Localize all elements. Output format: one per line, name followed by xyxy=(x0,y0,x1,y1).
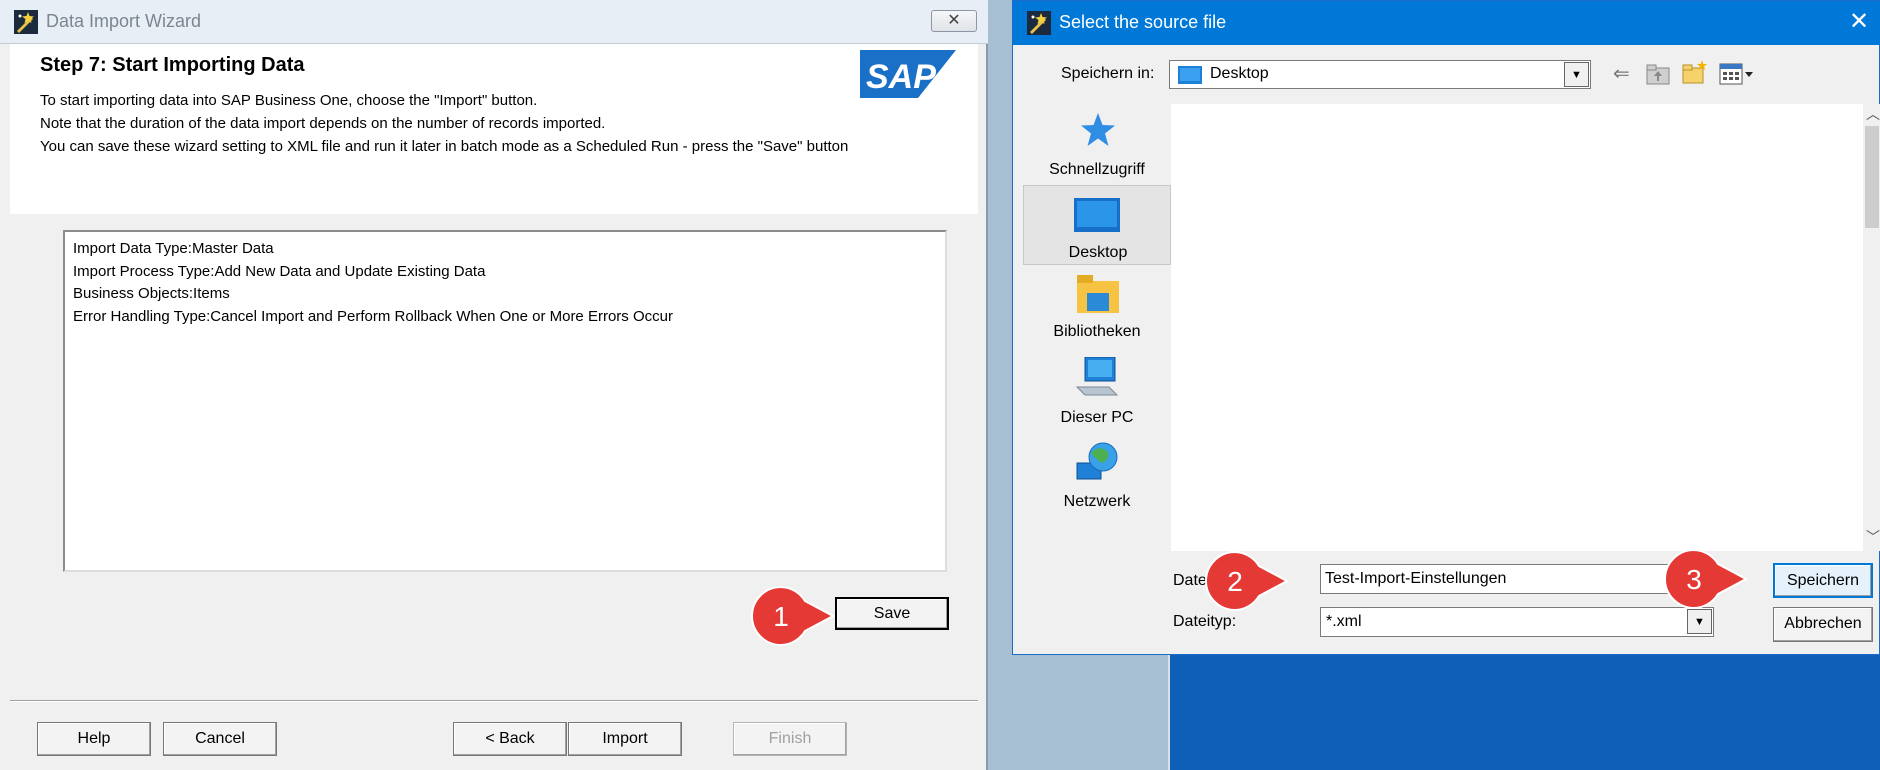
place-label: Bibliotheken xyxy=(1053,323,1141,340)
file-list-view[interactable] xyxy=(1171,104,1863,551)
place-desktop[interactable]: Desktop xyxy=(1023,185,1171,265)
place-libraries[interactable]: Bibliotheken xyxy=(1023,273,1171,353)
save-in-value: Desktop xyxy=(1210,65,1269,82)
summary-line: Error Handling Type:Cancel Import and Pe… xyxy=(73,307,673,325)
filename-input[interactable] xyxy=(1320,564,1678,594)
back-arrow-icon[interactable]: ⇐ xyxy=(1613,61,1630,87)
speichern-button[interactable]: Speichern xyxy=(1773,563,1873,598)
chevron-down-icon[interactable]: ▼ xyxy=(1687,609,1712,634)
callout-badge-3: 3 xyxy=(1664,548,1748,610)
select-source-file-dialog: Select the source file ✕ Speichern in: D… xyxy=(1012,0,1880,655)
abbrechen-button[interactable]: Abbrechen xyxy=(1773,607,1873,642)
description-line-2: Note that the duration of the data impor… xyxy=(40,115,606,132)
network-globe-icon xyxy=(1076,442,1118,480)
library-folder-icon xyxy=(1077,275,1119,313)
view-menu-icon[interactable] xyxy=(1719,63,1755,85)
chevron-down-icon[interactable]: ▼ xyxy=(1564,62,1589,87)
background-window xyxy=(1170,655,1880,770)
wizard-title-bar: Data Import Wizard ✕ xyxy=(0,0,988,44)
places-bar: Schnellzugriff Desktop Bibliotheken Dies… xyxy=(1023,101,1171,531)
desktop-icon xyxy=(1074,198,1120,232)
place-this-pc[interactable]: Dieser PC xyxy=(1023,357,1171,437)
star-icon xyxy=(1081,113,1115,146)
summary-line: Import Process Type:Add New Data and Upd… xyxy=(73,262,486,280)
callout-number: 2 xyxy=(1227,566,1243,597)
place-label: Desktop xyxy=(1068,244,1128,261)
save-in-dropdown[interactable]: Desktop ▼ xyxy=(1169,60,1591,89)
divider xyxy=(10,700,978,702)
sap-logo-text: SAP xyxy=(866,58,936,96)
filetype-dropdown[interactable]: *.xml ▼ xyxy=(1320,607,1714,637)
step-title: Step 7: Start Importing Data xyxy=(40,54,305,76)
wizard-wand-icon xyxy=(14,10,38,34)
callout-number: 3 xyxy=(1686,564,1702,595)
scrollbar-thumb[interactable] xyxy=(1865,126,1879,228)
back-button[interactable]: < Back xyxy=(453,722,567,756)
desktop-icon xyxy=(1178,66,1202,84)
place-label: Netzwerk xyxy=(1063,493,1131,510)
dialog-title-text: Select the source file xyxy=(1059,12,1227,32)
filetype-label: Dateityp: xyxy=(1173,613,1237,630)
wizard-title-text: Data Import Wizard xyxy=(46,11,202,31)
chevron-up-icon[interactable]: ︿ xyxy=(1866,104,1880,124)
sap-logo: SAP xyxy=(860,50,956,98)
save-button[interactable]: Save xyxy=(835,597,949,630)
save-in-label: Speichern in: xyxy=(1061,65,1155,82)
dialog-title-bar: Select the source file ✕ xyxy=(1013,1,1880,45)
description-line-1: To start importing data into SAP Busines… xyxy=(40,92,538,109)
close-icon[interactable]: ✕ xyxy=(1849,7,1869,36)
description-line-3: You can save these wizard setting to XML… xyxy=(40,138,849,155)
wizard-wand-icon xyxy=(1027,11,1051,35)
import-summary-box: Import Data Type:Master Data Import Proc… xyxy=(63,230,947,572)
close-icon: ✕ xyxy=(947,12,961,29)
place-quick-access[interactable]: Schnellzugriff xyxy=(1023,101,1171,181)
place-label: Schnellzugriff xyxy=(1049,161,1145,178)
new-folder-icon[interactable] xyxy=(1681,59,1709,85)
callout-number: 1 xyxy=(773,601,789,632)
cancel-button[interactable]: Cancel xyxy=(163,722,277,756)
wizard-close-button[interactable]: ✕ xyxy=(931,10,977,32)
place-network[interactable]: Netzwerk xyxy=(1023,441,1171,521)
filetype-value: *.xml xyxy=(1326,613,1362,630)
wizard-header-panel: Step 7: Start Importing Data To start im… xyxy=(10,44,978,214)
computer-icon xyxy=(1075,357,1119,396)
summary-line: Business Objects:Items xyxy=(73,285,230,302)
finish-button: Finish xyxy=(733,722,847,756)
place-label: Dieser PC xyxy=(1060,409,1134,426)
callout-badge-1: 1 xyxy=(751,585,835,647)
summary-line: Import Data Type:Master Data xyxy=(73,240,274,257)
data-import-wizard-window: Data Import Wizard ✕ Step 7: Start Impor… xyxy=(0,0,988,770)
callout-badge-2: 2 xyxy=(1205,550,1289,612)
import-button[interactable]: Import xyxy=(568,722,682,756)
help-button[interactable]: Help xyxy=(37,722,151,756)
up-folder-icon[interactable] xyxy=(1646,63,1670,85)
chevron-down-icon[interactable]: ﹀ xyxy=(1866,527,1880,547)
